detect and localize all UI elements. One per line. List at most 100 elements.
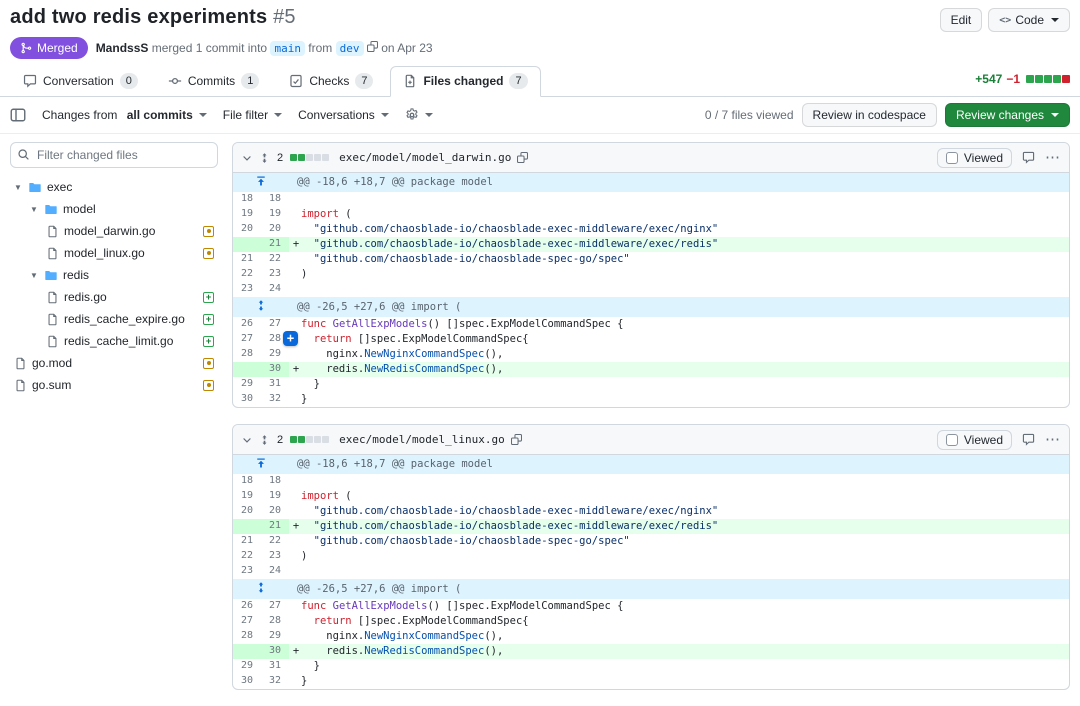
diff-list: 2 exec/model/model_darwin.go Viewed ⋯ @@… <box>232 142 1070 706</box>
old-line-number <box>233 362 261 377</box>
new-line-number: 20 <box>261 222 289 237</box>
head-branch-label[interactable]: dev <box>336 41 364 56</box>
folder-icon <box>44 269 58 282</box>
new-line-number: 19 <box>261 489 289 504</box>
new-line-number: 28 <box>261 614 289 629</box>
old-line-number: 22 <box>233 549 261 564</box>
tab-files-changed[interactable]: Files changed7 <box>390 66 540 97</box>
pr-number: #5 <box>273 6 296 28</box>
tree-file-go-sum[interactable]: go.sum <box>10 374 218 396</box>
old-line-number: 18 <box>233 192 261 207</box>
new-line-number: 19 <box>261 207 289 222</box>
author-link[interactable]: MandssS <box>96 41 149 55</box>
diff-code-line <box>289 474 1069 489</box>
kebab-menu-button[interactable]: ⋯ <box>1045 435 1061 445</box>
old-line-number: 18 <box>233 474 261 489</box>
old-line-number: 29 <box>233 377 261 392</box>
expand-all-icon[interactable] <box>259 434 270 446</box>
tree-folder-exec[interactable]: ▼exec <box>10 176 218 198</box>
tree-folder-redis[interactable]: ▼redis <box>10 264 218 286</box>
edit-button[interactable]: Edit <box>940 8 983 32</box>
new-line-number: 30 <box>261 644 289 659</box>
tab-commits[interactable]: Commits1 <box>155 66 272 97</box>
files-viewed-counter: 0 / 7 files viewed <box>705 108 794 122</box>
tree-folder-model[interactable]: ▼model <box>10 198 218 220</box>
old-line-number: 20 <box>233 222 261 237</box>
conversations-dropdown[interactable]: Conversations <box>298 108 389 122</box>
new-line-number: 29 <box>261 629 289 644</box>
comment-icon[interactable] <box>1022 433 1035 446</box>
diff-settings-dropdown[interactable] <box>405 108 433 122</box>
diff-code-line: return []spec.ExpModelCommandSpec{ <box>289 614 1069 629</box>
file-path-link[interactable]: exec/model/model_darwin.go <box>339 151 511 164</box>
collapse-file-chevron-icon[interactable] <box>241 152 253 164</box>
expand-up-icon <box>255 457 267 469</box>
added-file-icon <box>203 314 214 325</box>
file-icon <box>14 357 27 370</box>
git-merge-icon <box>20 42 32 54</box>
review-changes-button[interactable]: Review changes <box>945 103 1070 127</box>
expand-up-down-icon <box>255 581 267 594</box>
merge-description: MandssS merged 1 commit into main from d… <box>96 41 433 55</box>
diff-code-line: func GetAllExpModels() []spec.ExpModelCo… <box>289 317 1069 332</box>
new-line-number: 23 <box>261 549 289 564</box>
new-line-number: 21 <box>261 237 289 252</box>
toggle-file-tree-button[interactable] <box>10 107 26 123</box>
comment-icon[interactable] <box>1022 151 1035 164</box>
diff-code-line: + redis.NewRedisCommandSpec(), <box>289 644 1069 659</box>
expand-diff-button[interactable] <box>233 297 289 317</box>
chevron-down-icon <box>274 113 282 117</box>
file-filter-dropdown[interactable]: File filter <box>223 108 282 122</box>
file-path-link[interactable]: exec/model/model_linux.go <box>339 433 505 446</box>
copy-path-icon[interactable] <box>517 152 528 163</box>
expand-all-icon[interactable] <box>259 152 270 164</box>
tree-file-redis-cache-limit-go[interactable]: redis_cache_limit.go <box>10 330 218 352</box>
file-icon <box>46 291 59 304</box>
diff-code-line: ) <box>289 549 1069 564</box>
pr-title-text: add two redis experiments <box>10 6 267 28</box>
viewed-checkbox[interactable]: Viewed <box>937 148 1012 168</box>
expand-diff-button[interactable] <box>233 579 289 599</box>
diff-code-line: import ( <box>289 489 1069 504</box>
tree-file-go-mod[interactable]: go.mod <box>10 352 218 374</box>
filter-files-input[interactable] <box>10 142 218 168</box>
diff-code-line: ) <box>289 267 1069 282</box>
old-line-number: 30 <box>233 392 261 407</box>
review-in-codespace-button[interactable]: Review in codespace <box>802 103 937 127</box>
expand-diff-button[interactable] <box>233 455 289 474</box>
diffstat-block <box>1053 75 1061 83</box>
expand-up-icon <box>255 175 267 187</box>
expand-diff-button[interactable] <box>233 173 289 192</box>
tab-conversation[interactable]: Conversation0 <box>10 66 151 97</box>
modified-file-icon <box>203 248 214 259</box>
add-comment-button[interactable]: + <box>283 331 298 346</box>
tree-file-model-linux-go[interactable]: model_linux.go <box>10 242 218 264</box>
diff-code-line <box>289 282 1069 297</box>
from-word: from <box>308 41 332 55</box>
diff-code-line: "github.com/chaosblade-io/chaosblade-spe… <box>289 252 1069 267</box>
old-line-number: 23 <box>233 564 261 579</box>
modified-file-icon <box>203 358 214 369</box>
changes-from-dropdown[interactable]: Changes from all commits <box>42 108 207 122</box>
new-line-number: 24 <box>261 282 289 297</box>
new-line-number: 29 <box>261 347 289 362</box>
diffstat-summary: +547 −1 <box>975 72 1070 96</box>
checks-icon <box>289 74 303 88</box>
tab-checks[interactable]: Checks7 <box>276 66 386 97</box>
file-tree-sidebar: ▼exec ▼model model_darwin.go model_linux… <box>10 142 218 706</box>
kebab-menu-button[interactable]: ⋯ <box>1045 153 1061 163</box>
collapse-file-chevron-icon[interactable] <box>241 434 253 446</box>
code-brackets-icon: <> <box>999 15 1011 26</box>
diff-code-line: "github.com/chaosblade-io/chaosblade-spe… <box>289 534 1069 549</box>
tree-file-model-darwin-go[interactable]: model_darwin.go <box>10 220 218 242</box>
copy-path-icon[interactable] <box>511 434 522 445</box>
code-button[interactable]: <>Code <box>988 8 1070 32</box>
copy-branch-icon[interactable] <box>367 41 378 52</box>
file-diff-icon <box>403 74 417 88</box>
viewed-checkbox[interactable]: Viewed <box>937 430 1012 450</box>
base-branch-label[interactable]: main <box>270 41 305 56</box>
tab-count: 0 <box>120 73 138 89</box>
tree-file-redis-go[interactable]: redis.go <box>10 286 218 308</box>
tree-file-redis-cache-expire-go[interactable]: redis_cache_expire.go <box>10 308 218 330</box>
new-line-number: 23 <box>261 267 289 282</box>
